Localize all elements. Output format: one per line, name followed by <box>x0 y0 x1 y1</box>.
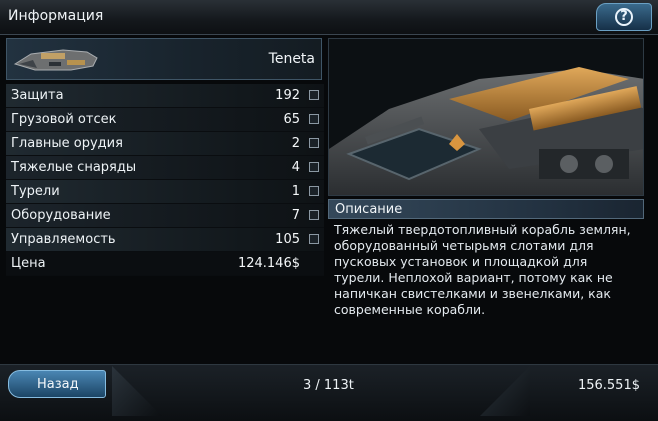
stat-label: Управляемость <box>11 232 116 247</box>
upgrade-checkbox[interactable] <box>309 138 319 148</box>
stat-value: 192 <box>275 88 300 103</box>
description-title: Описание <box>335 202 403 217</box>
question-icon: ? <box>615 8 633 26</box>
description-header: Описание <box>328 199 644 219</box>
stat-value: 105 <box>275 232 300 247</box>
help-button[interactable]: ? <box>596 3 652 31</box>
stat-value: 7 <box>291 208 300 223</box>
stat-label: Тяжелые снаряды <box>11 160 137 175</box>
money-balance: 156.551$ <box>577 378 640 393</box>
upgrade-checkbox[interactable] <box>309 90 319 100</box>
page-counter: 3 / 113t <box>303 378 354 393</box>
back-button[interactable]: Назад <box>8 370 106 398</box>
stat-row-equipment: Оборудование 7 <box>6 204 324 228</box>
stat-label: Оборудование <box>11 208 111 223</box>
top-bar: Информация ? <box>0 0 658 35</box>
back-button-label: Назад <box>37 377 79 392</box>
stat-row-cargo: Грузовой отсек 65 <box>6 108 324 132</box>
stat-value: 4 <box>291 160 300 175</box>
ship-render-image <box>329 39 643 195</box>
window-title: Информация <box>8 8 104 24</box>
stat-label: Защита <box>11 88 64 103</box>
stat-label: Грузовой отсек <box>11 112 117 127</box>
upgrade-checkbox[interactable] <box>309 186 319 196</box>
stat-row-heavy-shells: Тяжелые снаряды 4 <box>6 156 324 180</box>
stat-value: 65 <box>283 112 300 127</box>
ship-thumbnail <box>13 49 98 71</box>
upgrade-checkbox[interactable] <box>309 234 319 244</box>
stat-value: 1 <box>291 184 300 199</box>
upgrade-checkbox[interactable] <box>309 210 319 220</box>
ship-header: Teneta <box>6 38 322 80</box>
stat-row-main-guns: Главные орудия 2 <box>6 132 324 156</box>
upgrade-checkbox[interactable] <box>309 162 319 172</box>
description-text: Тяжелый твердотопливный корабль землян, … <box>334 222 631 317</box>
stat-row-defense: Защита 192 <box>6 84 324 108</box>
stat-label: Турели <box>11 184 60 199</box>
stat-row-price: Цена 124.146$ <box>6 252 324 276</box>
stat-value: 2 <box>291 136 300 151</box>
stat-row-handling: Управляемость 105 <box>6 228 324 252</box>
stats-list: Защита 192 Грузовой отсек 65 Главные ору… <box>6 84 324 276</box>
stat-row-turrets: Турели 1 <box>6 180 324 204</box>
price-value: 124.146$ <box>237 256 300 271</box>
stat-label: Главные орудия <box>11 136 123 151</box>
upgrade-checkbox[interactable] <box>309 114 319 124</box>
ship-render <box>328 38 644 196</box>
ship-name: Teneta <box>268 51 315 67</box>
price-label: Цена <box>11 256 46 271</box>
